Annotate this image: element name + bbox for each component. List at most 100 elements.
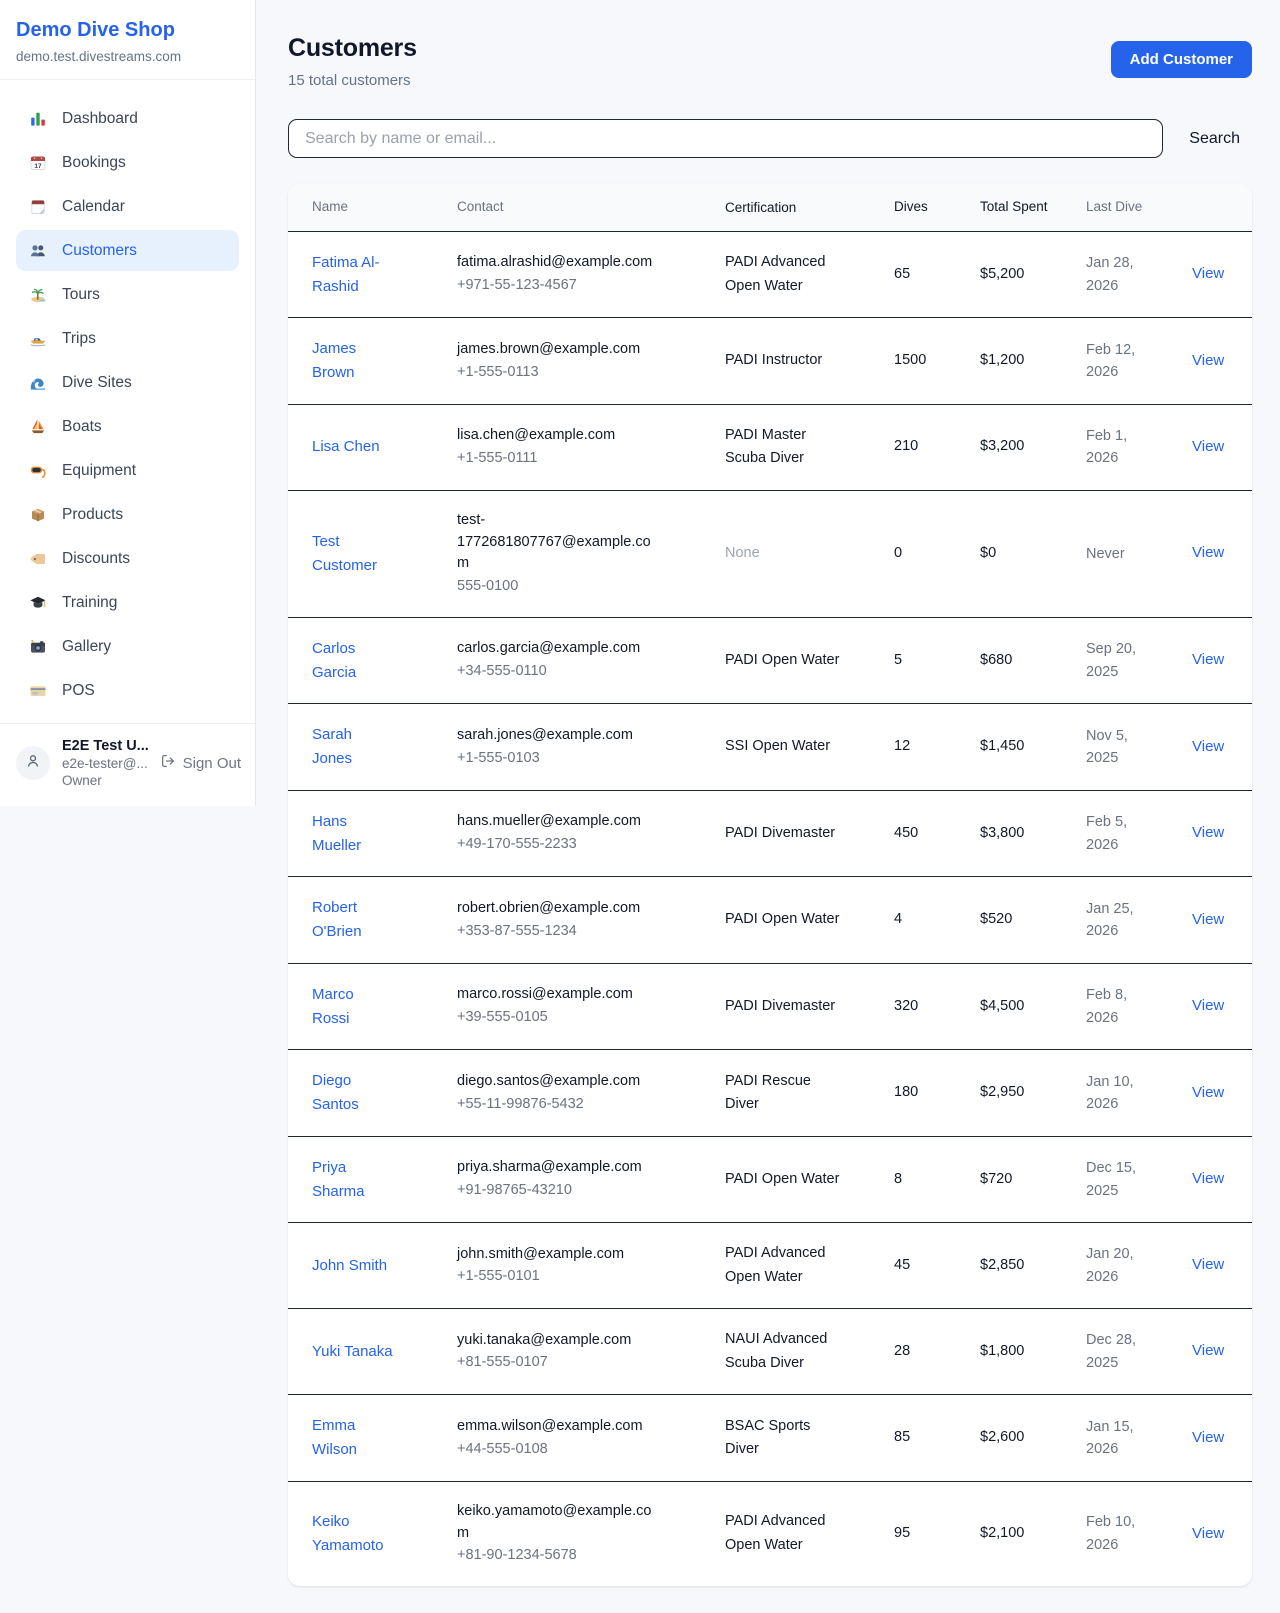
customer-last-dive: Feb 10, 2026 (1086, 1511, 1192, 1556)
customer-name-link[interactable]: Emma Wilson (312, 1417, 357, 1458)
add-customer-button[interactable]: Add Customer (1111, 41, 1252, 78)
sidebar-header: Demo Dive Shop demo.test.divestreams.com (0, 0, 255, 80)
sidebar-nav: Dashboard 17 Bookings Calendar Customers… (0, 80, 255, 711)
sidebar-item-bookings[interactable]: 17 Bookings (16, 142, 239, 183)
calendar-icon (29, 198, 47, 216)
customer-phone: +49-170-555-2233 (457, 834, 657, 856)
view-customer-link[interactable]: View (1192, 352, 1224, 369)
sidebar-item-calendar[interactable]: Calendar (16, 186, 239, 227)
table-row: Priya Sharma priya.sharma@example.com +9… (288, 1136, 1252, 1223)
sidebar-item-pos[interactable]: POS (16, 670, 239, 711)
table-row: Emma Wilson emma.wilson@example.com +44-… (288, 1394, 1252, 1481)
discounts-icon (29, 550, 47, 568)
customer-email: fatima.alrashid@example.com (457, 252, 657, 274)
view-customer-link[interactable]: View (1192, 1525, 1224, 1542)
sidebar-item-equipment[interactable]: Equipment (16, 450, 239, 491)
customer-certification: PADI Advanced Open Water (725, 251, 894, 298)
user-name: E2E Test U... (62, 738, 148, 754)
customer-name-link[interactable]: Keiko Yamamoto (312, 1513, 383, 1554)
sign-out-label: Sign Out (183, 755, 241, 772)
customer-certification: PADI Advanced Open Water (725, 1242, 894, 1289)
customer-last-dive: Feb 5, 2026 (1086, 811, 1192, 856)
table-row: Sarah Jones sarah.jones@example.com +1-5… (288, 703, 1252, 790)
page-header-text: Customers 15 total customers (288, 34, 417, 89)
search-input[interactable] (288, 119, 1163, 158)
user-avatar-icon (24, 752, 42, 775)
bookings-icon: 17 (29, 154, 47, 172)
sidebar-item-trips[interactable]: Trips (16, 318, 239, 359)
customer-certification: PADI Advanced Open Water (725, 1510, 894, 1557)
customer-dives: 210 (894, 436, 980, 458)
customer-phone: +44-555-0108 (457, 1439, 657, 1461)
view-customer-link[interactable]: View (1192, 544, 1224, 561)
view-customer-link[interactable]: View (1192, 1170, 1224, 1187)
customer-name-link[interactable]: Sarah Jones (312, 726, 352, 767)
view-customer-link[interactable]: View (1192, 438, 1224, 455)
view-customer-link[interactable]: View (1192, 911, 1224, 928)
customer-name-link[interactable]: Yuki Tanaka (312, 1343, 393, 1360)
view-customer-link[interactable]: View (1192, 1256, 1224, 1273)
sidebar-item-training[interactable]: Training (16, 582, 239, 623)
pos-icon (29, 682, 47, 700)
customer-name-link[interactable]: James Brown (312, 340, 356, 381)
sign-out-button[interactable]: Sign Out (160, 753, 241, 773)
customer-name-link[interactable]: John Smith (312, 1257, 387, 1274)
customer-phone: +81-555-0107 (457, 1352, 657, 1374)
view-customer-link[interactable]: View (1192, 824, 1224, 841)
view-customer-link[interactable]: View (1192, 1342, 1224, 1359)
view-customer-link[interactable]: View (1192, 651, 1224, 668)
sidebar-item-tours[interactable]: Tours (16, 274, 239, 315)
gallery-icon (29, 638, 47, 656)
customer-name-link[interactable]: Carlos Garcia (312, 640, 356, 681)
customer-name-link[interactable]: Marco Rossi (312, 986, 354, 1027)
table-row: Robert O'Brien robert.obrien@example.com… (288, 876, 1252, 963)
customer-dives: 0 (894, 543, 980, 565)
sidebar-item-products[interactable]: Products (16, 494, 239, 535)
customer-dives: 8 (894, 1169, 980, 1191)
customers-icon (29, 242, 47, 260)
view-customer-link[interactable]: View (1192, 1084, 1224, 1101)
customer-last-dive: Jan 20, 2026 (1086, 1243, 1192, 1288)
customer-last-dive: Jan 10, 2026 (1086, 1071, 1192, 1116)
customer-email: priya.sharma@example.com (457, 1157, 657, 1179)
search-button[interactable]: Search (1189, 130, 1252, 148)
customer-name-link[interactable]: Diego Santos (312, 1072, 359, 1113)
customer-email: john.smith@example.com (457, 1244, 657, 1266)
customer-total-spent: $3,800 (980, 823, 1086, 845)
sidebar-item-dive-sites[interactable]: Dive Sites (16, 362, 239, 403)
customer-name-link[interactable]: Lisa Chen (312, 438, 380, 455)
sidebar-item-dashboard[interactable]: Dashboard (16, 98, 239, 139)
customer-name-link[interactable]: Test Customer (312, 533, 377, 574)
view-customer-link[interactable]: View (1192, 265, 1224, 282)
customer-email: yuki.tanaka@example.com (457, 1330, 657, 1352)
sidebar-item-customers[interactable]: Customers (16, 230, 239, 271)
sidebar-item-boats[interactable]: Boats (16, 406, 239, 447)
customer-name-link[interactable]: Priya Sharma (312, 1159, 365, 1200)
customer-last-dive: Dec 28, 2025 (1086, 1329, 1192, 1374)
customer-name-link[interactable]: Hans Mueller (312, 813, 361, 854)
customer-email: marco.rossi@example.com (457, 984, 657, 1006)
sign-out-icon (160, 753, 176, 773)
customer-total-spent: $1,450 (980, 736, 1086, 758)
table-row: Diego Santos diego.santos@example.com +5… (288, 1049, 1252, 1136)
customer-name-link[interactable]: Robert O'Brien (312, 899, 362, 940)
customer-phone: +353-87-555-1234 (457, 921, 657, 943)
training-icon (29, 594, 47, 612)
customer-name-link[interactable]: Fatima Al-Rashid (312, 254, 380, 295)
customer-last-dive: Dec 15, 2025 (1086, 1157, 1192, 1202)
sidebar-item-discounts[interactable]: Discounts (16, 538, 239, 579)
customer-total-spent: $1,800 (980, 1341, 1086, 1363)
table-row: Keiko Yamamoto keiko.yamamoto@example.co… (288, 1481, 1252, 1586)
customer-dives: 65 (894, 264, 980, 286)
customer-phone: +81-90-1234-5678 (457, 1545, 657, 1567)
view-customer-link[interactable]: View (1192, 997, 1224, 1014)
customers-table: Name Contact Certification Dives Total S… (288, 184, 1252, 1586)
customer-certification: PADI Master Scuba Diver (725, 424, 894, 471)
table-row: John Smith john.smith@example.com +1-555… (288, 1222, 1252, 1308)
column-header-total-spent: Total Spent (980, 185, 1086, 229)
customer-phone: +91-98765-43210 (457, 1180, 657, 1202)
sidebar-item-gallery[interactable]: Gallery (16, 626, 239, 667)
customer-certification: PADI Open Water (725, 649, 894, 672)
view-customer-link[interactable]: View (1192, 738, 1224, 755)
view-customer-link[interactable]: View (1192, 1429, 1224, 1446)
